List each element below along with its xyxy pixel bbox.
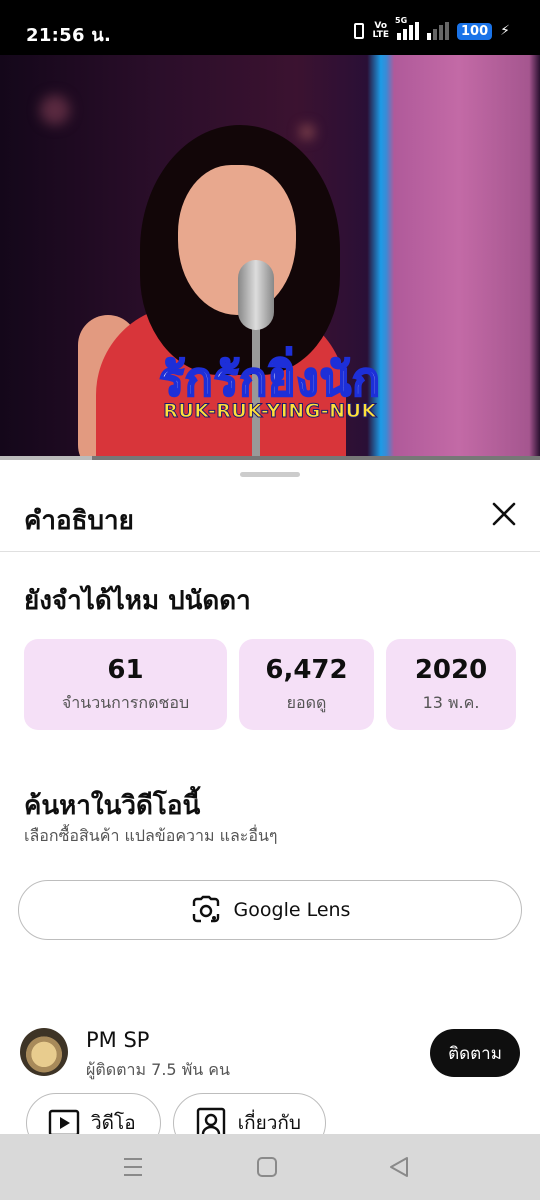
- menu-lines-icon: [124, 1158, 142, 1176]
- channel-avatar[interactable]: [20, 1028, 68, 1076]
- singer-face: [178, 165, 296, 315]
- subscribe-button[interactable]: ติดตาม: [430, 1029, 520, 1077]
- stage-light: [40, 95, 70, 125]
- volte-icon: Vo LTE: [372, 22, 389, 40]
- back-triangle-icon: [390, 1157, 408, 1177]
- video-title: ยังจำได้ไหม ปนัดดา: [24, 586, 251, 616]
- video-player[interactable]: รักรักยิ่งนัก RUK-RUK-YING-NUK: [0, 55, 540, 460]
- sheet-header: คำอธิบาย: [0, 490, 540, 552]
- signal-icon: 5G: [395, 16, 420, 40]
- search-section-title: ค้นหาในวิดีโอนี้: [24, 791, 201, 821]
- stat-likes: 61 จำนวนการกดชอบ: [24, 639, 227, 730]
- about-chip[interactable]: เกี่ยวกับ: [172, 1093, 326, 1134]
- videos-chip[interactable]: วิดีโอ: [26, 1093, 161, 1134]
- google-lens-label: Google Lens: [233, 899, 351, 921]
- caption-roman: RUK-RUK-YING-NUK: [163, 400, 377, 423]
- channel-name[interactable]: PM SP: [86, 1028, 149, 1052]
- signal-secondary-icon: [427, 22, 450, 40]
- network-type: 5G: [395, 16, 408, 25]
- stat-value: 6,472: [265, 655, 348, 685]
- status-icons: Vo LTE 5G 100 ⚡: [354, 16, 510, 42]
- channel-subscribers: ผู้ติดตาม 7.5 พัน คน: [86, 1060, 230, 1079]
- stat-label: ยอดดู: [286, 693, 327, 712]
- back-button[interactable]: [386, 1154, 412, 1180]
- search-section-subtitle: เลือกซื้อสินค้า แปลข้อความ และอื่นๆ: [24, 826, 278, 845]
- screen: 21:56 น. Vo LTE 5G 100 ⚡ รักรักยิ่งนัก R…: [0, 0, 540, 1200]
- close-button[interactable]: [488, 498, 520, 530]
- chip-label: วิดีโอ: [91, 1112, 136, 1134]
- home-square-icon: [257, 1157, 277, 1177]
- stat-value: 2020: [414, 655, 488, 685]
- stats-row: 61 จำนวนการกดชอบ 6,472 ยอดดู 2020 13 พ.ค…: [24, 639, 516, 730]
- stage-light: [300, 125, 314, 139]
- chip-label: เกี่ยวกับ: [237, 1112, 301, 1134]
- google-lens-icon: [192, 895, 219, 923]
- volte-bottom-label: LTE: [372, 30, 390, 40]
- stat-views: 6,472 ยอดดู: [239, 639, 374, 730]
- battery-icon: 100: [457, 22, 493, 40]
- drag-handle[interactable]: [240, 472, 300, 477]
- channel-chips: วิดีโอ เกี่ยวกับ: [26, 1093, 326, 1134]
- channel-row[interactable]: PM SP ผู้ติดตาม 7.5 พัน คน ติดตาม: [0, 1026, 540, 1086]
- close-icon: [492, 502, 516, 526]
- sheet-title: คำอธิบาย: [24, 506, 134, 536]
- google-lens-button[interactable]: Google Lens: [18, 880, 522, 940]
- person-box-icon: [196, 1107, 225, 1134]
- microphone: [238, 260, 274, 330]
- play-box-icon: [48, 1109, 80, 1134]
- status-time: 21:56 น.: [26, 25, 112, 46]
- system-nav-bar: [0, 1134, 540, 1200]
- recents-button[interactable]: [120, 1154, 146, 1180]
- stat-date: 2020 13 พ.ค.: [386, 639, 516, 730]
- stat-label: จำนวนการกดชอบ: [61, 693, 190, 712]
- vibrate-icon: [354, 23, 365, 39]
- status-bar: 21:56 น. Vo LTE 5G 100 ⚡: [0, 0, 540, 62]
- stat-value: 61: [107, 655, 144, 685]
- stat-label: 13 พ.ค.: [422, 693, 480, 712]
- description-sheet: คำอธิบาย ยังจำได้ไหม ปนัดดา 61 จำนวนการก…: [0, 460, 540, 1134]
- charging-icon: ⚡: [500, 23, 510, 39]
- home-button[interactable]: [254, 1154, 280, 1180]
